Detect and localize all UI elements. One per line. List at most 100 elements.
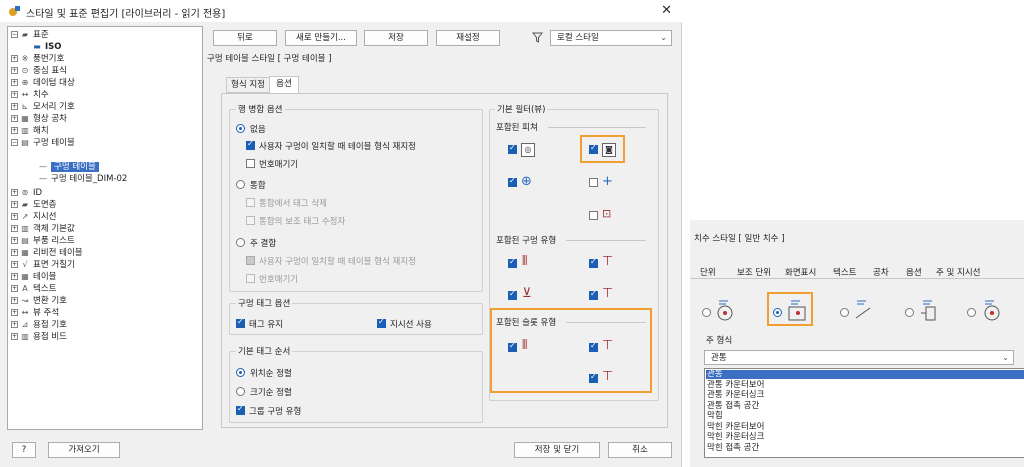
hole-1-checkbox[interactable] [508,257,517,268]
tree-node-3[interactable]: + ⊕ 데이텀 대상 [11,77,75,89]
none-override-checkbox[interactable] [246,139,255,150]
expand-icon[interactable]: + [11,297,18,304]
expand-icon[interactable]: + [11,249,18,256]
tree-node-5[interactable]: + ⊾ 모서리 기호 [11,101,75,113]
tree-node-2[interactable]: + ⊙ 중심 표식 [11,65,67,77]
dup-override-checkbox[interactable] [246,256,255,265]
help-button[interactable]: ? [12,442,36,458]
expand-icon[interactable]: + [11,225,18,232]
feature-3-checkbox[interactable] [508,176,517,187]
new-button[interactable]: 새로 만들기... [285,30,357,46]
cancel-button[interactable]: 취소 [608,442,672,458]
tree-node-1[interactable]: + ※ 풍번기호 [11,53,64,65]
merge-secondary-tag-checkbox[interactable] [246,216,255,225]
save-close-button[interactable]: 저장 및 닫기 [514,442,600,458]
close-icon[interactable]: ✕ [661,3,672,18]
hole-2-checkbox[interactable] [589,257,598,268]
pocket-2-checkbox[interactable] [589,341,598,352]
hole-4-checkbox[interactable] [589,289,598,300]
expand-icon[interactable]: + [11,285,18,292]
dim-tab-3[interactable]: 화면표시 [785,266,816,278]
pocket-3-checkbox[interactable] [589,372,598,383]
note-form-radio-5[interactable] [967,308,976,317]
save-button[interactable]: 저장 [364,30,428,46]
note-form-radio-3[interactable] [840,308,849,317]
expand-icon[interactable]: + [11,79,18,86]
expand-icon[interactable]: + [11,91,18,98]
note-form-option[interactable]: 관통 접촉 공간 [707,401,759,411]
note-form-option[interactable]: 막힌 접촉 공간 [707,443,759,453]
expand-icon[interactable]: + [11,55,18,62]
style-tree[interactable]: − ▰ 표준 ▬ ISO + ※ 풍번기호 + ⊙ 중심 표식 + ⊕ 데이텀 대상 + ↔ 치수 + ⊾ 모서리… [7,26,203,430]
tree-node-standard[interactable]: − ▰ 표준 [11,29,49,41]
hole-3-checkbox[interactable] [508,289,517,300]
expand-icon[interactable]: + [11,189,18,196]
radio-by-size[interactable] [236,387,245,396]
expand-icon[interactable]: + [11,321,18,328]
reset-button[interactable]: 재설정 [436,30,500,46]
tree-node-hole-table-dim02[interactable]: — 구멍 테이블_DIM-02 [38,173,127,185]
expand-icon[interactable]: + [11,201,18,208]
dup-numbering-checkbox[interactable] [246,274,255,283]
note-form-option[interactable]: 막힌 카운터보어 [707,422,764,432]
note-form-option[interactable]: 관통 [706,370,1024,379]
note-form-option[interactable]: 막힘 [707,412,723,421]
tree-node-6[interactable]: + ▦ 형상 공차 [11,113,67,125]
feature-1-checkbox[interactable] [508,143,517,154]
radio-none[interactable] [236,124,245,133]
expand-icon[interactable]: + [11,237,18,244]
merge-delete-tag-checkbox[interactable] [246,198,255,207]
expand-icon[interactable]: + [11,213,18,220]
radio-merge[interactable] [236,180,245,189]
tree-node-b12[interactable]: + ⊿ 용접 기호 [11,319,67,331]
tab-options[interactable]: 옵션 [269,76,299,94]
use-leader-checkbox[interactable] [377,317,386,328]
tree-node-b10[interactable]: + ↝ 변환 기호 [11,295,67,307]
dim-tab-5[interactable]: 공차 [873,266,889,278]
note-form-radio-4[interactable] [905,308,914,317]
dim-tab-1[interactable]: 단위 [700,266,716,278]
tree-node-b9[interactable]: + A 텍스트 [11,283,56,295]
expand-icon[interactable]: + [11,67,18,74]
note-form-option[interactable]: 막힌 카운터싱크 [707,433,764,442]
note-form-combo[interactable]: 관통 ⌄ [704,350,1014,365]
expand-icon[interactable]: + [11,127,18,134]
tree-node-b6[interactable]: + ▦ 리비전 테이블 [11,247,83,259]
tree-node-iso[interactable]: ▬ ISO [32,41,61,53]
feature-5-checkbox[interactable] [589,211,598,220]
back-button[interactable]: 뒤로 [213,30,277,46]
dim-tab-2[interactable]: 보조 단위 [737,266,771,278]
radio-by-location[interactable] [236,368,245,377]
dim-tab-6[interactable]: 옵션 [906,266,922,278]
tree-node-8[interactable]: − ▤ 구멍 테이블 [11,137,75,149]
expand-icon[interactable]: + [11,261,18,268]
note-form-option[interactable]: 관통 카운터보어 [707,380,764,390]
dim-tab-4[interactable]: 텍스트 [833,266,856,278]
group-hole-type-checkbox[interactable] [236,404,245,415]
tree-node-4[interactable]: + ↔ 치수 [11,89,49,101]
tree-node-7[interactable]: + ▥ 해치 [11,125,49,137]
note-form-radio-1[interactable] [702,308,711,317]
dim-tab-7[interactable]: 주 및 지시선 [936,266,981,278]
radio-dup[interactable] [236,238,245,247]
tree-node-b5[interactable]: + ▤ 부품 리스트 [11,235,75,247]
tree-node-b4[interactable]: + ▥ 객체 기본값 [11,223,75,235]
expand-icon[interactable]: + [11,103,18,110]
tree-node-b13[interactable]: + ▥ 용접 비드 [11,331,67,343]
tree-node-hole-table-child[interactable]: — 구멍 테이블 [38,161,99,173]
note-form-listbox[interactable]: 관통 관통 카운터보어 관통 카운터싱크 관통 접촉 공간 막힘 막힌 카운터보어 막힌 카… [704,368,1024,458]
expand-icon[interactable]: + [11,115,18,122]
expand-icon[interactable]: + [11,333,18,340]
tab-format[interactable]: 형식 지정 [226,77,270,93]
tree-node-b8[interactable]: + ▦ 테이블 [11,271,56,283]
keep-tag-checkbox[interactable] [236,317,245,328]
pocket-1-checkbox[interactable] [508,341,517,352]
expand-icon[interactable]: − [11,139,18,146]
tree-node-b7[interactable]: + √ 표면 거칠기 [11,259,75,271]
expand-icon[interactable]: + [11,309,18,316]
none-numbering-checkbox[interactable] [246,159,255,168]
tree-node-b11[interactable]: + ↔ 뷰 주석 [11,307,59,319]
import-button[interactable]: 가져오기 [48,442,120,458]
tree-node-b2[interactable]: + ▰ 도면층 [11,199,56,211]
expand-icon[interactable]: + [11,273,18,280]
